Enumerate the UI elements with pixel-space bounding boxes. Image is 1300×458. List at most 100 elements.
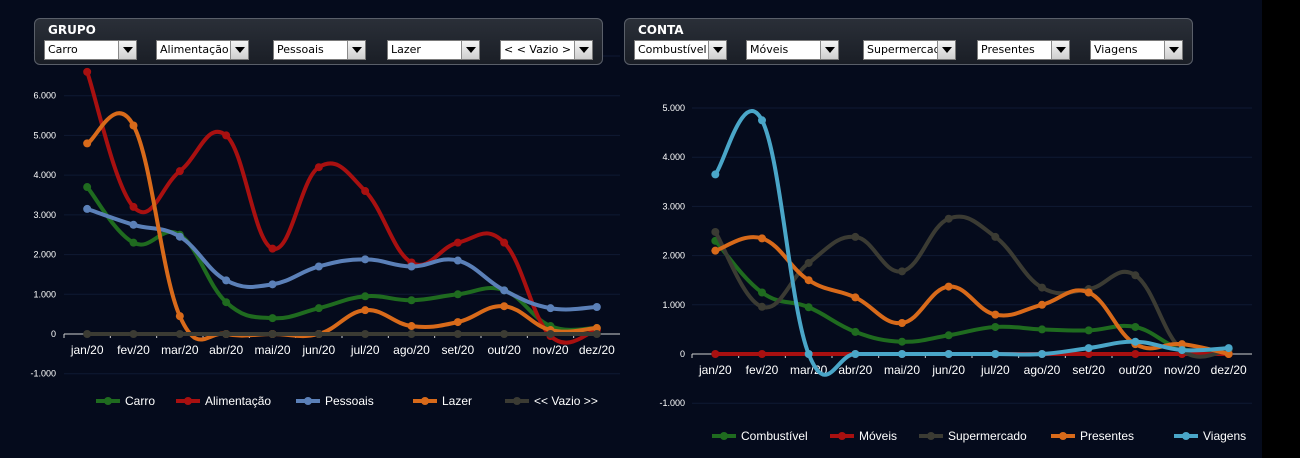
y-tick-label: 1.000: [662, 300, 685, 310]
legend-label: Presentes: [1080, 429, 1134, 443]
data-point: [83, 204, 92, 213]
legend-marker: [1059, 432, 1067, 440]
data-point: [129, 220, 138, 229]
data-point: [711, 350, 720, 358]
legend-label: Lazer: [442, 394, 472, 408]
x-tick-label: jan/20: [698, 363, 732, 377]
conta-line-chart: -1.000 0 1.000 2.000 3.000 4.000 5.000 jan/20 fe…: [659, 103, 1252, 443]
legend-label: Pessoais: [325, 394, 374, 408]
data-point: [1131, 350, 1140, 358]
slicer-carro[interactable]: Carro: [44, 40, 137, 60]
legend-marker: [513, 397, 521, 405]
slicer-pessoais[interactable]: Pessoais: [273, 40, 366, 60]
x-tick-label: ago/20: [393, 343, 430, 357]
chevron-down-icon[interactable]: [820, 41, 838, 59]
data-point: [83, 139, 92, 148]
y-tick-label: 5.000: [662, 103, 685, 113]
series-line: [85, 111, 599, 342]
slicer-supermercado[interactable]: Supermercado: [863, 40, 956, 60]
legend-marker: [838, 432, 846, 440]
chevron-down-icon[interactable]: [461, 41, 479, 59]
x-tick-label: set/20: [441, 343, 474, 357]
data-point: [711, 246, 720, 255]
slicer-label: Pessoais: [277, 43, 324, 56]
y-tick-label: 6.000: [33, 91, 56, 101]
data-point: [268, 244, 277, 253]
x-tick-label: dez/20: [1211, 363, 1247, 377]
data-point: [1038, 300, 1046, 309]
y-tick-label: 3.000: [33, 210, 56, 220]
data-point: [175, 167, 184, 176]
data-point: [268, 330, 277, 338]
legend-marker: [184, 397, 192, 405]
data-point: [1084, 326, 1093, 335]
y-tick-label: 5.000: [33, 130, 56, 140]
data-point: [1038, 283, 1046, 292]
data-point: [175, 330, 184, 338]
slicer-moveis[interactable]: Móveis: [746, 40, 839, 60]
data-point: [361, 255, 370, 264]
grupo-filter-panel: GRUPO Carro Alimentação Pessoais Lazer <…: [34, 18, 603, 65]
slicer-label: < < Vazio > >: [504, 43, 584, 56]
data-point: [83, 330, 92, 338]
data-point: [407, 322, 416, 331]
slicer-label: Lazer: [391, 43, 421, 56]
x-tick-label: jul/20: [980, 363, 1010, 377]
x-tick-label: fev/20: [746, 363, 779, 377]
slicer-vazio[interactable]: < < Vazio > >: [500, 40, 593, 60]
data-point: [991, 322, 1000, 331]
y-tick-label: 3.000: [662, 201, 685, 211]
data-point: [1084, 344, 1093, 353]
x-tick-label: jul/20: [350, 343, 380, 357]
data-point: [1038, 350, 1046, 358]
data-point: [500, 330, 509, 338]
chevron-down-icon[interactable]: [937, 41, 955, 59]
x-tick-label: mai/20: [254, 343, 290, 357]
data-point: [1178, 346, 1186, 355]
x-tick-label: jun/20: [931, 363, 965, 377]
data-point: [361, 330, 370, 338]
data-point: [991, 350, 1000, 358]
slicer-lazer[interactable]: Lazer: [387, 40, 480, 60]
data-point: [592, 330, 601, 338]
chevron-down-icon[interactable]: [230, 41, 248, 59]
chevron-down-icon[interactable]: [574, 41, 592, 59]
data-point: [1131, 337, 1140, 346]
data-point: [83, 183, 92, 192]
data-point: [1084, 288, 1093, 297]
data-point: [129, 202, 138, 211]
legend-label: Alimentação: [205, 394, 271, 408]
slicer-label: Viagens: [1094, 43, 1138, 56]
slicer-combustivel[interactable]: Combustível: [634, 40, 727, 60]
slicer-viagens[interactable]: Viagens: [1090, 40, 1183, 60]
data-point: [222, 276, 231, 285]
y-tick-label: 2.000: [33, 250, 56, 260]
chevron-down-icon[interactable]: [708, 41, 726, 59]
legend-label: Supermercado: [948, 429, 1027, 443]
chevron-down-icon[interactable]: [1051, 41, 1069, 59]
x-tick-label: abr/20: [209, 343, 243, 357]
data-point: [500, 238, 509, 247]
data-point: [129, 121, 138, 130]
data-point: [222, 131, 231, 140]
chevron-down-icon[interactable]: [347, 41, 365, 59]
data-point: [851, 327, 860, 336]
chevron-down-icon[interactable]: [1164, 41, 1182, 59]
data-point: [407, 330, 416, 338]
slicer-label: Móveis: [750, 43, 789, 56]
data-point: [898, 337, 906, 346]
data-point: [500, 286, 509, 295]
chevron-down-icon[interactable]: [118, 41, 136, 59]
data-point: [314, 163, 323, 172]
slicer-presentes[interactable]: Presentes: [977, 40, 1070, 60]
x-tick-label: fev/20: [117, 343, 150, 357]
data-point: [804, 350, 813, 358]
x-tick-label: out/20: [487, 343, 521, 357]
data-point: [851, 350, 860, 358]
x-tick-label: ago/20: [1024, 363, 1061, 377]
x-tick-label: out/20: [1119, 363, 1153, 377]
data-point: [804, 303, 813, 312]
data-point: [898, 319, 906, 328]
slicer-alimentacao[interactable]: Alimentação: [156, 40, 249, 60]
slicer-label: Alimentação: [160, 43, 229, 56]
